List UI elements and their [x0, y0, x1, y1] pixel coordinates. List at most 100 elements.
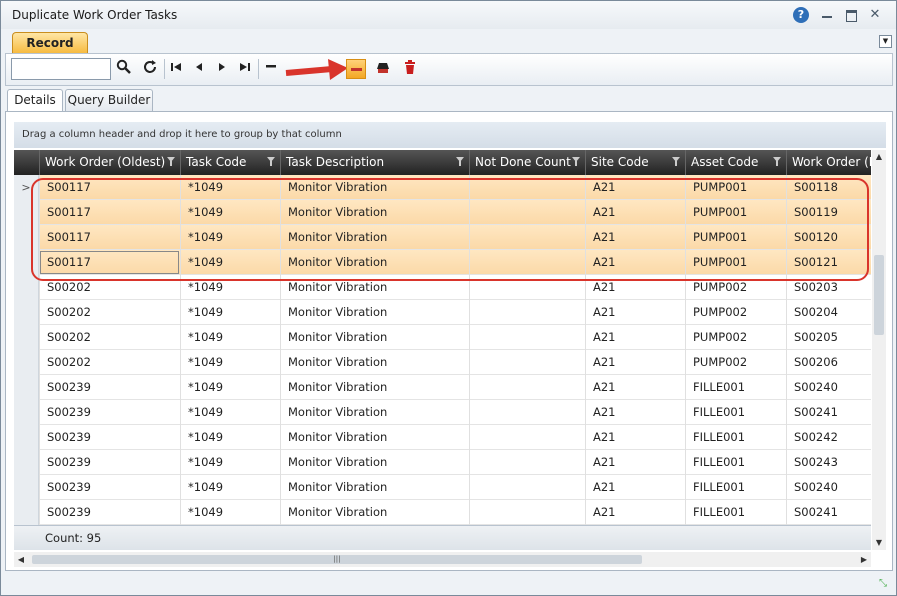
table-cell[interactable] [469, 200, 585, 225]
last-record-icon[interactable] [235, 59, 255, 79]
table-cell[interactable]: A21 [585, 300, 685, 325]
table-cell[interactable]: S00239 [39, 450, 180, 475]
table-cell[interactable]: S00241 [786, 400, 871, 425]
table-row[interactable]: S00202 *1049 Monitor Vibration A21 PUMP002 S0… [14, 275, 871, 300]
table-cell[interactable]: FILLE001 [685, 450, 786, 475]
trash-icon[interactable] [400, 59, 420, 79]
table-cell[interactable]: PUMP001 [685, 250, 786, 275]
scroll-up-icon[interactable]: ▲ [872, 150, 886, 164]
row-selector[interactable] [14, 275, 39, 300]
column-header[interactable]: Not Done Count [469, 150, 585, 175]
table-cell[interactable]: Monitor Vibration [280, 450, 469, 475]
tab-details[interactable]: Details [7, 89, 63, 113]
table-cell[interactable]: *1049 [180, 400, 280, 425]
table-row[interactable]: S00239 *1049 Monitor Vibration A21 FILLE001 S… [14, 425, 871, 450]
table-cell[interactable]: S00243 [786, 450, 871, 475]
table-cell[interactable]: Monitor Vibration [280, 250, 469, 275]
row-selector[interactable] [14, 350, 39, 375]
ribbon-tab-record[interactable]: Record [12, 32, 88, 54]
table-cell[interactable]: Monitor Vibration [280, 325, 469, 350]
table-cell[interactable]: A21 [585, 175, 685, 200]
table-cell[interactable] [469, 250, 585, 275]
table-cell[interactable]: S00242 [786, 425, 871, 450]
table-cell[interactable]: *1049 [180, 200, 280, 225]
table-cell[interactable]: S00202 [39, 350, 180, 375]
table-cell[interactable]: *1049 [180, 475, 280, 500]
table-cell[interactable]: Monitor Vibration [280, 475, 469, 500]
scroll-right-icon[interactable]: ▶ [857, 552, 871, 567]
table-cell[interactable] [469, 225, 585, 250]
scroll-down-icon[interactable]: ▼ [872, 536, 886, 550]
table-cell[interactable]: S00239 [39, 500, 180, 525]
table-cell[interactable]: Monitor Vibration [280, 300, 469, 325]
row-selector[interactable] [14, 500, 39, 525]
column-header[interactable]: Work Order (D [786, 150, 871, 175]
vertical-scrollbar[interactable]: ▲ ▼ [872, 150, 886, 550]
table-cell[interactable]: S00239 [39, 400, 180, 425]
table-cell[interactable]: Monitor Vibration [280, 225, 469, 250]
table-cell[interactable]: S00239 [39, 475, 180, 500]
row-selector[interactable] [14, 450, 39, 475]
table-cell[interactable]: S00119 [786, 200, 871, 225]
row-selector[interactable] [14, 300, 39, 325]
remove-icon[interactable] [261, 59, 281, 79]
table-cell[interactable]: S00239 [39, 375, 180, 400]
table-cell[interactable]: FILLE001 [685, 475, 786, 500]
maximize-icon[interactable] [843, 7, 859, 23]
row-selector[interactable] [14, 425, 39, 450]
table-cell[interactable]: S00117 [39, 250, 180, 275]
table-cell[interactable] [469, 450, 585, 475]
table-cell[interactable]: A21 [585, 400, 685, 425]
table-cell[interactable] [469, 275, 585, 300]
next-record-icon[interactable] [212, 59, 232, 79]
table-cell[interactable] [469, 375, 585, 400]
table-cell[interactable]: A21 [585, 200, 685, 225]
table-row[interactable]: S00239 *1049 Monitor Vibration A21 FILLE001 S… [14, 450, 871, 475]
table-row[interactable]: S00239 *1049 Monitor Vibration A21 FILLE001 S… [14, 400, 871, 425]
table-cell[interactable]: FILLE001 [685, 425, 786, 450]
row-selector[interactable] [14, 400, 39, 425]
table-cell[interactable]: A21 [585, 225, 685, 250]
table-row[interactable]: S00239 *1049 Monitor Vibration A21 FILLE001 S… [14, 500, 871, 525]
table-cell[interactable]: A21 [585, 275, 685, 300]
tab-query-builder[interactable]: Query Builder [65, 89, 153, 112]
scroll-left-icon[interactable]: ◀ [14, 552, 28, 567]
table-cell[interactable]: *1049 [180, 300, 280, 325]
table-cell[interactable]: A21 [585, 475, 685, 500]
row-selector[interactable] [14, 375, 39, 400]
first-record-icon[interactable] [166, 59, 186, 79]
table-row[interactable]: S00117 *1049 Monitor Vibration A21 PUMP001 S0… [14, 250, 871, 275]
resize-grip-icon[interactable]: ⤡ [875, 576, 891, 592]
previous-record-icon[interactable] [189, 59, 209, 79]
table-cell[interactable] [469, 350, 585, 375]
table-cell[interactable]: Monitor Vibration [280, 200, 469, 225]
table-cell[interactable]: FILLE001 [685, 375, 786, 400]
table-cell[interactable] [469, 175, 585, 200]
table-cell[interactable]: Monitor Vibration [280, 375, 469, 400]
table-cell[interactable]: S00205 [786, 325, 871, 350]
table-cell[interactable] [469, 300, 585, 325]
table-cell[interactable]: S00202 [39, 300, 180, 325]
table-cell[interactable]: Monitor Vibration [280, 500, 469, 525]
row-selector[interactable] [14, 200, 39, 225]
row-selector[interactable] [14, 325, 39, 350]
column-header[interactable]: Task Code [180, 150, 280, 175]
table-cell[interactable]: S00204 [786, 300, 871, 325]
table-cell[interactable]: Monitor Vibration [280, 175, 469, 200]
help-icon[interactable]: ? [793, 7, 809, 23]
table-row[interactable]: S00239 *1049 Monitor Vibration A21 FILLE001 S… [14, 375, 871, 400]
delete-duplicates-button[interactable] [346, 59, 366, 79]
table-cell[interactable]: A21 [585, 350, 685, 375]
row-selector[interactable] [14, 475, 39, 500]
filter-icon[interactable] [167, 157, 175, 166]
filter-icon[interactable] [267, 157, 275, 166]
table-cell[interactable]: S00240 [786, 375, 871, 400]
horizontal-scroll-thumb[interactable]: ||| [32, 555, 642, 564]
table-cell[interactable]: PUMP002 [685, 300, 786, 325]
horizontal-scrollbar[interactable]: ◀ ||| ▶ [14, 552, 871, 567]
row-selector[interactable]: > [14, 175, 39, 200]
ribbon-collapse-button[interactable]: ▼ [879, 35, 892, 48]
table-cell[interactable]: FILLE001 [685, 500, 786, 525]
clear-icon[interactable] [373, 59, 393, 79]
table-cell[interactable]: A21 [585, 500, 685, 525]
